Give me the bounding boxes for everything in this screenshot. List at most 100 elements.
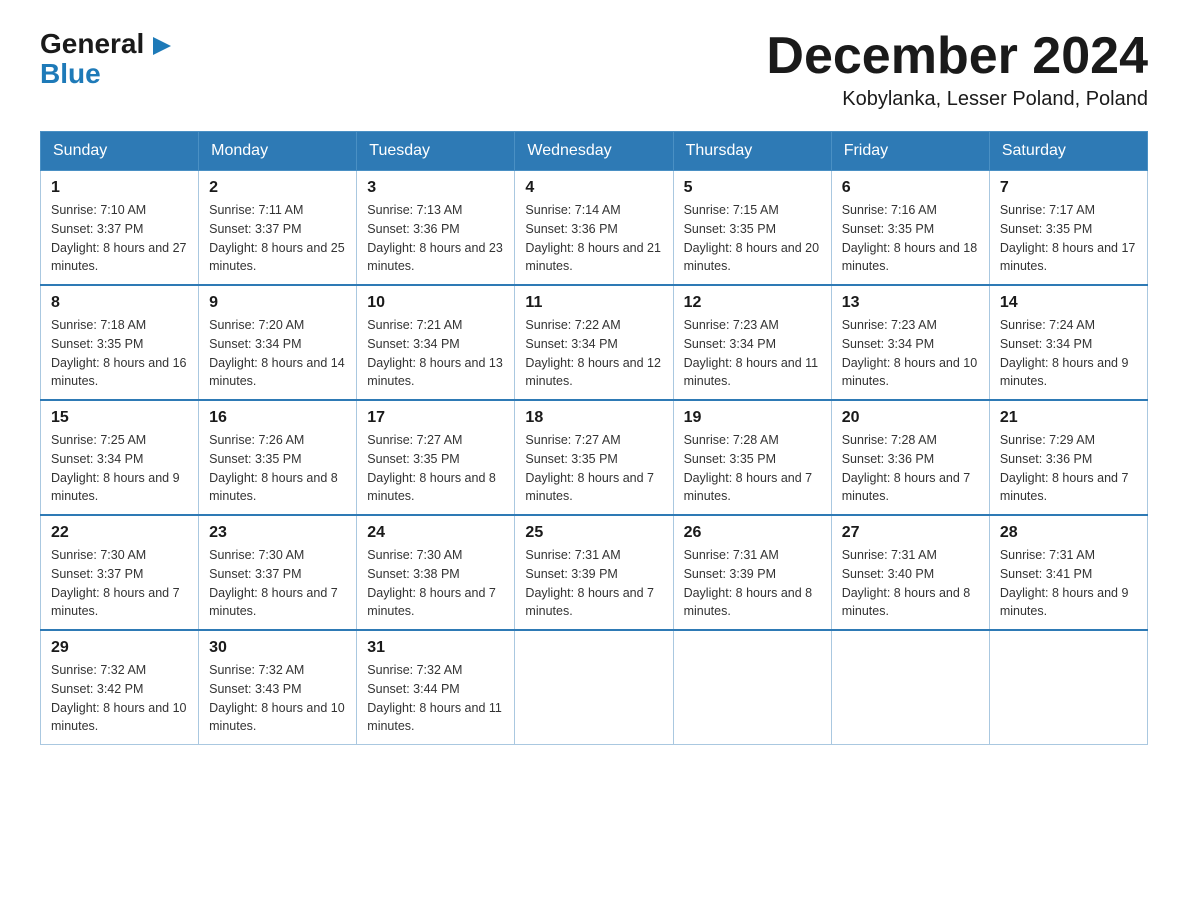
- day-number: 20: [842, 409, 979, 427]
- day-info: Sunrise: 7:31 AMSunset: 3:41 PMDaylight:…: [1000, 546, 1137, 621]
- day-info: Sunrise: 7:11 AMSunset: 3:37 PMDaylight:…: [209, 201, 346, 276]
- calendar-week-4: 22 Sunrise: 7:30 AMSunset: 3:37 PMDaylig…: [41, 515, 1148, 630]
- day-info: Sunrise: 7:30 AMSunset: 3:37 PMDaylight:…: [209, 546, 346, 621]
- calendar-cell: 6 Sunrise: 7:16 AMSunset: 3:35 PMDayligh…: [831, 171, 989, 286]
- day-number: 13: [842, 294, 979, 312]
- calendar-cell: 20 Sunrise: 7:28 AMSunset: 3:36 PMDaylig…: [831, 400, 989, 515]
- col-header-monday: Monday: [199, 132, 357, 171]
- calendar-cell: 25 Sunrise: 7:31 AMSunset: 3:39 PMDaylig…: [515, 515, 673, 630]
- calendar-cell: 2 Sunrise: 7:11 AMSunset: 3:37 PMDayligh…: [199, 171, 357, 286]
- calendar-cell: 30 Sunrise: 7:32 AMSunset: 3:43 PMDaylig…: [199, 630, 357, 745]
- day-number: 31: [367, 639, 504, 657]
- calendar-week-1: 1 Sunrise: 7:10 AMSunset: 3:37 PMDayligh…: [41, 171, 1148, 286]
- day-number: 10: [367, 294, 504, 312]
- day-number: 9: [209, 294, 346, 312]
- day-number: 7: [1000, 179, 1137, 197]
- calendar-cell: 17 Sunrise: 7:27 AMSunset: 3:35 PMDaylig…: [357, 400, 515, 515]
- calendar-cell: 19 Sunrise: 7:28 AMSunset: 3:35 PMDaylig…: [673, 400, 831, 515]
- day-info: Sunrise: 7:17 AMSunset: 3:35 PMDaylight:…: [1000, 201, 1137, 276]
- day-info: Sunrise: 7:31 AMSunset: 3:39 PMDaylight:…: [525, 546, 662, 621]
- col-header-wednesday: Wednesday: [515, 132, 673, 171]
- day-number: 15: [51, 409, 188, 427]
- page-header: General Blue December 2024 Kobylanka, Le…: [40, 30, 1148, 111]
- calendar-cell: 11 Sunrise: 7:22 AMSunset: 3:34 PMDaylig…: [515, 285, 673, 400]
- day-number: 27: [842, 524, 979, 542]
- logo: General Blue: [40, 30, 171, 90]
- logo-arrow-icon: [153, 37, 171, 55]
- calendar-cell: 31 Sunrise: 7:32 AMSunset: 3:44 PMDaylig…: [357, 630, 515, 745]
- day-info: Sunrise: 7:15 AMSunset: 3:35 PMDaylight:…: [684, 201, 821, 276]
- day-number: 18: [525, 409, 662, 427]
- calendar-cell: 4 Sunrise: 7:14 AMSunset: 3:36 PMDayligh…: [515, 171, 673, 286]
- calendar-cell: 15 Sunrise: 7:25 AMSunset: 3:34 PMDaylig…: [41, 400, 199, 515]
- calendar-cell: 24 Sunrise: 7:30 AMSunset: 3:38 PMDaylig…: [357, 515, 515, 630]
- day-info: Sunrise: 7:23 AMSunset: 3:34 PMDaylight:…: [842, 316, 979, 391]
- calendar-cell: 26 Sunrise: 7:31 AMSunset: 3:39 PMDaylig…: [673, 515, 831, 630]
- day-info: Sunrise: 7:13 AMSunset: 3:36 PMDaylight:…: [367, 201, 504, 276]
- day-info: Sunrise: 7:24 AMSunset: 3:34 PMDaylight:…: [1000, 316, 1137, 391]
- day-number: 1: [51, 179, 188, 197]
- day-number: 23: [209, 524, 346, 542]
- day-info: Sunrise: 7:30 AMSunset: 3:38 PMDaylight:…: [367, 546, 504, 621]
- calendar-cell: 23 Sunrise: 7:30 AMSunset: 3:37 PMDaylig…: [199, 515, 357, 630]
- calendar-cell: 12 Sunrise: 7:23 AMSunset: 3:34 PMDaylig…: [673, 285, 831, 400]
- calendar-cell: 10 Sunrise: 7:21 AMSunset: 3:34 PMDaylig…: [357, 285, 515, 400]
- day-number: 25: [525, 524, 662, 542]
- day-info: Sunrise: 7:25 AMSunset: 3:34 PMDaylight:…: [51, 431, 188, 506]
- day-number: 14: [1000, 294, 1137, 312]
- calendar-header-row: SundayMondayTuesdayWednesdayThursdayFrid…: [41, 132, 1148, 171]
- calendar-cell: 5 Sunrise: 7:15 AMSunset: 3:35 PMDayligh…: [673, 171, 831, 286]
- day-number: 5: [684, 179, 821, 197]
- day-number: 11: [525, 294, 662, 312]
- day-number: 29: [51, 639, 188, 657]
- day-info: Sunrise: 7:32 AMSunset: 3:44 PMDaylight:…: [367, 661, 504, 736]
- day-number: 21: [1000, 409, 1137, 427]
- calendar-cell: 1 Sunrise: 7:10 AMSunset: 3:37 PMDayligh…: [41, 171, 199, 286]
- location-subtitle: Kobylanka, Lesser Poland, Poland: [766, 88, 1148, 111]
- calendar-week-2: 8 Sunrise: 7:18 AMSunset: 3:35 PMDayligh…: [41, 285, 1148, 400]
- calendar-cell: [989, 630, 1147, 745]
- day-number: 8: [51, 294, 188, 312]
- month-year-title: December 2024: [766, 30, 1148, 82]
- day-info: Sunrise: 7:29 AMSunset: 3:36 PMDaylight:…: [1000, 431, 1137, 506]
- day-info: Sunrise: 7:27 AMSunset: 3:35 PMDaylight:…: [367, 431, 504, 506]
- calendar-table: SundayMondayTuesdayWednesdayThursdayFrid…: [40, 131, 1148, 745]
- col-header-saturday: Saturday: [989, 132, 1147, 171]
- day-info: Sunrise: 7:27 AMSunset: 3:35 PMDaylight:…: [525, 431, 662, 506]
- calendar-cell: 28 Sunrise: 7:31 AMSunset: 3:41 PMDaylig…: [989, 515, 1147, 630]
- day-number: 12: [684, 294, 821, 312]
- calendar-cell: 21 Sunrise: 7:29 AMSunset: 3:36 PMDaylig…: [989, 400, 1147, 515]
- day-number: 19: [684, 409, 821, 427]
- day-info: Sunrise: 7:20 AMSunset: 3:34 PMDaylight:…: [209, 316, 346, 391]
- day-info: Sunrise: 7:32 AMSunset: 3:42 PMDaylight:…: [51, 661, 188, 736]
- day-number: 2: [209, 179, 346, 197]
- col-header-tuesday: Tuesday: [357, 132, 515, 171]
- col-header-friday: Friday: [831, 132, 989, 171]
- day-info: Sunrise: 7:28 AMSunset: 3:35 PMDaylight:…: [684, 431, 821, 506]
- day-number: 26: [684, 524, 821, 542]
- title-section: December 2024 Kobylanka, Lesser Poland, …: [766, 30, 1148, 111]
- calendar-week-3: 15 Sunrise: 7:25 AMSunset: 3:34 PMDaylig…: [41, 400, 1148, 515]
- calendar-cell: [673, 630, 831, 745]
- col-header-sunday: Sunday: [41, 132, 199, 171]
- day-number: 22: [51, 524, 188, 542]
- calendar-cell: 8 Sunrise: 7:18 AMSunset: 3:35 PMDayligh…: [41, 285, 199, 400]
- calendar-cell: 16 Sunrise: 7:26 AMSunset: 3:35 PMDaylig…: [199, 400, 357, 515]
- calendar-cell: [831, 630, 989, 745]
- calendar-cell: 13 Sunrise: 7:23 AMSunset: 3:34 PMDaylig…: [831, 285, 989, 400]
- day-number: 24: [367, 524, 504, 542]
- logo-general: General: [40, 30, 171, 58]
- day-number: 30: [209, 639, 346, 657]
- calendar-cell: 22 Sunrise: 7:30 AMSunset: 3:37 PMDaylig…: [41, 515, 199, 630]
- day-number: 28: [1000, 524, 1137, 542]
- day-info: Sunrise: 7:28 AMSunset: 3:36 PMDaylight:…: [842, 431, 979, 506]
- calendar-cell: 14 Sunrise: 7:24 AMSunset: 3:34 PMDaylig…: [989, 285, 1147, 400]
- day-info: Sunrise: 7:16 AMSunset: 3:35 PMDaylight:…: [842, 201, 979, 276]
- day-info: Sunrise: 7:10 AMSunset: 3:37 PMDaylight:…: [51, 201, 188, 276]
- day-number: 6: [842, 179, 979, 197]
- day-number: 16: [209, 409, 346, 427]
- day-info: Sunrise: 7:31 AMSunset: 3:40 PMDaylight:…: [842, 546, 979, 621]
- day-info: Sunrise: 7:31 AMSunset: 3:39 PMDaylight:…: [684, 546, 821, 621]
- day-number: 17: [367, 409, 504, 427]
- day-info: Sunrise: 7:32 AMSunset: 3:43 PMDaylight:…: [209, 661, 346, 736]
